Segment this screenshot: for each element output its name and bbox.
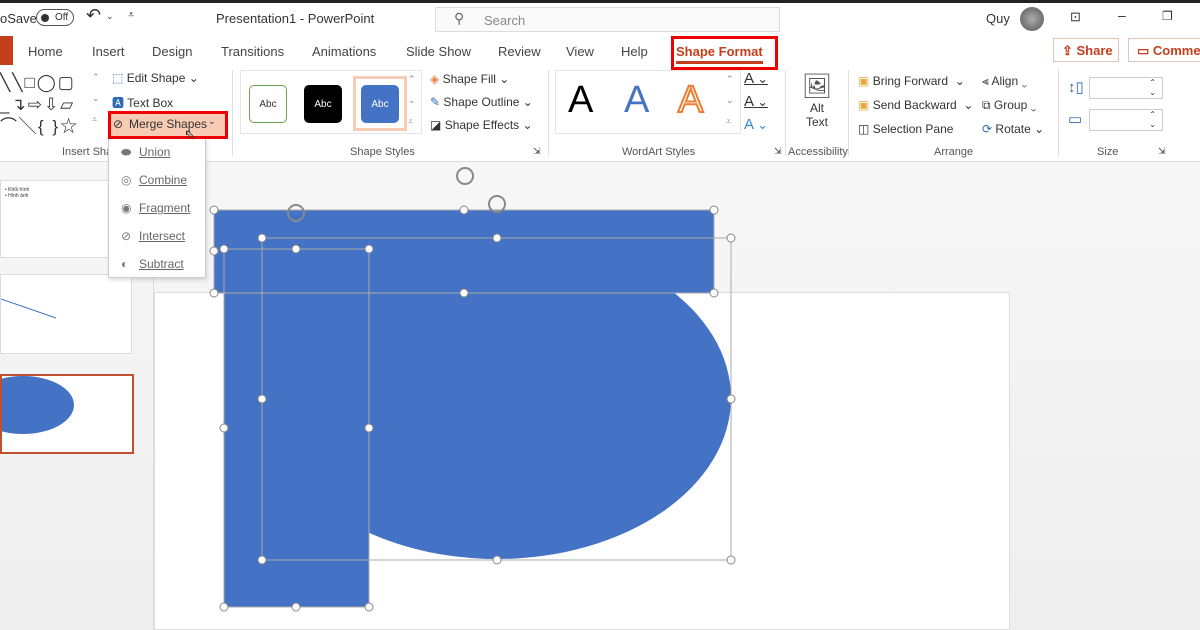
menu-item-union[interactable]: ⬬ Union	[121, 145, 170, 160]
combine-icon: ◎	[121, 173, 132, 187]
highlight-box	[108, 111, 228, 139]
highlight-box	[671, 36, 778, 70]
subtract-icon: ◐	[121, 257, 129, 271]
vertical-rectangle-shape[interactable]	[224, 249, 369, 607]
mouse-cursor-icon: ⇖	[184, 126, 196, 142]
menu-item-subtract[interactable]: ◐ Subtract	[121, 257, 184, 271]
menu-item-label: Union	[139, 145, 171, 159]
menu-item-label: Combine	[139, 173, 188, 187]
menu-item-label: Fragment	[139, 201, 191, 215]
menu-item-label: Subtract	[139, 257, 184, 271]
merge-shapes-menu: ⬬ Union ◎ Combine ◉ Fragment ⊘ Intersect ◐ Su…	[108, 138, 206, 278]
menu-item-label: Intersect	[139, 229, 186, 243]
menu-item-intersect[interactable]: ⊘ Intersect	[121, 229, 185, 243]
horizontal-rectangle-shape[interactable]	[214, 210, 714, 293]
menu-item-fragment[interactable]: ◉ Fragment	[121, 201, 190, 215]
fragment-icon: ◉	[121, 201, 132, 215]
slide-shapes	[209, 167, 736, 612]
union-icon: ⬬	[121, 145, 132, 159]
intersect-icon: ⊘	[121, 229, 132, 243]
menu-item-combine[interactable]: ◎ Combine	[121, 173, 187, 187]
